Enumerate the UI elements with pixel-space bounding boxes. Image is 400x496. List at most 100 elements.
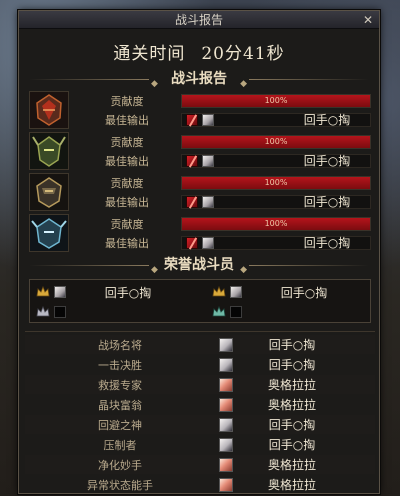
slash-skill-icon: [186, 113, 198, 126]
empty-portrait-icon: [54, 306, 66, 318]
award-title: 战场名将: [98, 338, 142, 352]
honor-name: 回手○掏: [280, 285, 328, 300]
award-row: 净化妙手 奥格拉拉: [25, 455, 375, 474]
award-row: 回避之神 回手○掏: [25, 415, 375, 434]
contribution-bar: 100%: [181, 93, 371, 108]
best-output-label: 最佳输出: [105, 154, 149, 168]
slash-skill-icon: [186, 154, 198, 167]
best-output-player: 回手○掏: [303, 113, 351, 127]
best-output-box: 回手○掏: [181, 194, 371, 209]
award-winner: 奥格拉拉: [267, 398, 316, 412]
empty-portrait-icon: [230, 306, 242, 318]
award-row: 异常状态能手 奥格拉拉: [25, 475, 375, 494]
slash-skill-icon: [186, 236, 198, 249]
honor-slot: [206, 303, 366, 321]
award-row: 晶块富翁 奥格拉拉: [25, 395, 375, 414]
contribution-label: 贡献度: [110, 135, 144, 149]
player-mini-portrait-icon: [230, 286, 242, 298]
window-title: 战斗报告: [174, 13, 223, 27]
award-row: 压制者 回手○掏: [25, 435, 375, 454]
diamond-ornament-icon: ◆: [151, 265, 158, 275]
award-row: 战场名将 回手○掏: [25, 335, 375, 354]
blue-crystal-knight-icon: [29, 214, 69, 252]
best-output-label: 最佳输出: [105, 195, 149, 209]
silver-crown-icon: [36, 306, 50, 318]
player-mini-portrait-icon: [202, 113, 214, 126]
honor-name: 回手○掏: [104, 285, 152, 300]
contribution-value: 100%: [264, 177, 288, 187]
battle-report-header-text: 战斗报告: [171, 71, 227, 87]
award-winner: 奥格拉拉: [267, 458, 316, 472]
clear-time: 通关时间 20分41秒: [19, 39, 379, 64]
award-row: 救援专家 奥格拉拉: [25, 375, 375, 394]
player-mini-portrait-icon: [219, 377, 233, 392]
best-output-label: 最佳输出: [105, 113, 149, 127]
best-output-player: 回手○掏: [303, 154, 351, 168]
diamond-ornament-icon: ◆: [240, 265, 247, 275]
award-title: 异常状态能手: [87, 478, 153, 492]
player-row: 贡献度 100% 最佳输出 回手○掏: [29, 91, 371, 129]
contribution-label: 贡献度: [110, 217, 144, 231]
award-title: 一击决胜: [98, 358, 142, 372]
green-horned-knight-icon: [29, 132, 69, 170]
contribution-label: 贡献度: [110, 176, 144, 190]
award-row: 一击决胜 回手○掏: [25, 355, 375, 374]
player-mini-portrait-icon: [219, 397, 233, 412]
clear-time-value: 20分41秒: [201, 44, 285, 64]
player-mini-portrait-icon: [219, 417, 233, 432]
honor-header: ◆ 荣誉战斗员 ◆: [25, 255, 373, 275]
teal-crown-icon: [212, 306, 226, 318]
best-output-box: 回手○掏: [181, 153, 371, 168]
player-mini-portrait-icon: [219, 357, 233, 372]
player-row: 贡献度 100% 最佳输出 回手○掏: [29, 132, 371, 170]
window-titlebar[interactable]: 战斗报告 ✕: [19, 11, 379, 29]
award-winner: 回手○掏: [268, 418, 316, 432]
award-title: 回避之神: [98, 418, 142, 432]
player-mini-portrait-icon: [219, 337, 233, 352]
contribution-bar: 100%: [181, 175, 371, 190]
award-winner: 奥格拉拉: [267, 478, 316, 492]
honor-slot: 回手○掏: [206, 283, 366, 301]
award-title: 净化妙手: [98, 458, 142, 472]
red-armored-warrior-icon: [29, 91, 69, 129]
honor-slot: 回手○掏: [30, 283, 190, 301]
player-mini-portrait-icon: [219, 477, 233, 492]
player-mini-portrait-icon: [219, 457, 233, 472]
contribution-bar: 100%: [181, 216, 371, 231]
best-output-box: 回手○掏: [181, 112, 371, 127]
slash-skill-icon: [186, 195, 198, 208]
gold-crown-icon: [36, 286, 50, 298]
player-mini-portrait-icon: [54, 286, 66, 298]
contribution-value: 100%: [264, 95, 288, 105]
battle-report-header: ◆ 战斗报告 ◆: [25, 69, 373, 89]
award-winner: 奥格拉拉: [267, 378, 316, 392]
award-title: 救援专家: [98, 378, 142, 392]
award-winner: 回手○掏: [268, 338, 316, 352]
award-winner: 回手○掏: [268, 438, 316, 452]
close-button[interactable]: ✕: [361, 13, 375, 27]
player-mini-portrait-icon: [202, 236, 214, 249]
player-row: 贡献度 100% 最佳输出 回手○掏: [29, 173, 371, 211]
honor-slot: [30, 303, 190, 321]
contribution-value: 100%: [264, 136, 288, 146]
award-title: 压制者: [103, 438, 137, 452]
contribution-bar: 100%: [181, 134, 371, 149]
award-title: 晶块富翁: [98, 398, 142, 412]
awards-list: 战场名将 回手○掏 一击决胜 回手○掏 救援专家 奥格拉拉 晶块富翁 奥格拉拉 …: [25, 331, 375, 493]
best-output-label: 最佳输出: [105, 236, 149, 250]
award-winner: 回手○掏: [268, 358, 316, 372]
clear-time-label: 通关时间: [113, 44, 186, 64]
honor-panel: 回手○掏 回手○掏: [29, 279, 371, 323]
contribution-value: 100%: [264, 218, 288, 228]
best-output-box: 回手○掏: [181, 235, 371, 250]
contribution-label: 贡献度: [110, 94, 144, 108]
best-output-player: 回手○掏: [303, 236, 351, 250]
player-mini-portrait-icon: [202, 154, 214, 167]
honor-header-text: 荣誉战斗员: [164, 257, 234, 273]
best-output-player: 回手○掏: [303, 195, 351, 209]
gold-crown-icon: [212, 286, 226, 298]
player-mini-portrait-icon: [202, 195, 214, 208]
gold-dark-knight-icon: [29, 173, 69, 211]
battle-report-window: 战斗报告 ✕ 通关时间 20分41秒 ◆ 战斗报告 ◆ 贡献度 100% 最佳输出…: [18, 10, 380, 494]
player-row: 贡献度 100% 最佳输出 回手○掏: [29, 214, 371, 252]
